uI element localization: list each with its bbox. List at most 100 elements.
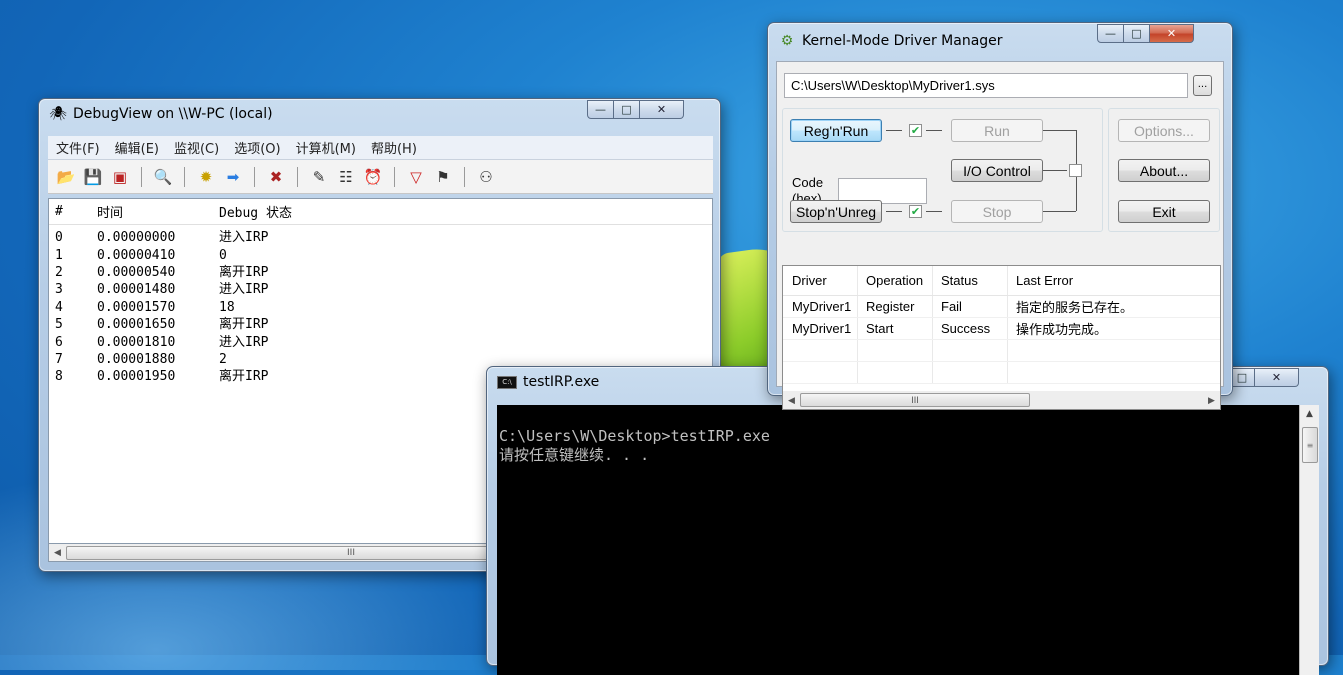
table-horizontal-scrollbar[interactable]: ◀ III ▶ xyxy=(783,391,1220,409)
save-icon[interactable]: 💾 xyxy=(83,167,103,187)
connector-line xyxy=(1043,211,1076,212)
column-last-error[interactable]: Last Error xyxy=(1008,266,1073,295)
driver-path-input[interactable]: C:\Users\W\Desktop\MyDriver1.sys xyxy=(784,73,1188,98)
debug-row[interactable]: 3 0.00001480 进入IRP xyxy=(49,281,712,298)
debug-row[interactable]: 0 0.00000000 进入IRP xyxy=(49,229,712,246)
reg-n-run-button[interactable]: Reg'n'Run xyxy=(790,119,882,142)
find-icon[interactable]: 🔍 xyxy=(153,167,173,187)
row-index: 2 xyxy=(55,264,63,280)
column-index[interactable]: # xyxy=(49,204,93,219)
debugview-menubar: 文件(F) 编辑(E) 监视(C) 选项(O) 计算机(M) 帮助(H) xyxy=(48,136,713,160)
debug-row[interactable]: 1 0.00000410 0 xyxy=(49,246,712,263)
about-button[interactable]: About... xyxy=(1118,159,1210,182)
minimize-button[interactable]: — xyxy=(587,100,614,119)
stop-n-unreg-button[interactable]: Stop'n'Unreg xyxy=(790,200,882,223)
column-status[interactable]: Status xyxy=(933,266,1008,295)
console-title: testIRP.exe xyxy=(523,374,600,390)
save-close-icon[interactable]: ▣ xyxy=(110,167,130,187)
debug-row[interactable]: 5 0.00001650 离开IRP xyxy=(49,316,712,333)
minimize-button[interactable]: — xyxy=(1097,24,1124,43)
menu-file[interactable]: 文件(F) xyxy=(56,138,100,157)
row-index: 8 xyxy=(55,369,63,385)
connector-line xyxy=(926,130,942,131)
debug-row[interactable]: 4 0.00001570 18 xyxy=(49,299,712,316)
row-time: 0.00001810 xyxy=(97,334,176,350)
capture-icon[interactable]: ✹ xyxy=(196,167,216,187)
time-format-icon[interactable]: ✎ xyxy=(309,167,329,187)
console-output[interactable]: C:\Users\W\Desktop>testIRP.exe 请按任意键继续. … xyxy=(497,405,1299,675)
debug-row[interactable]: 6 0.00001810 进入IRP xyxy=(49,333,712,350)
scroll-left-icon[interactable]: ◀ xyxy=(49,548,66,558)
row-index: 6 xyxy=(55,334,63,350)
console-caption-buttons: □ ✕ xyxy=(1229,368,1299,387)
options-button[interactable]: Options... xyxy=(1118,119,1210,142)
table-row[interactable]: MyDriver1 Start Success 操作成功完成。 xyxy=(783,318,1220,340)
open-folder-icon[interactable]: 📂 xyxy=(56,167,76,187)
kdm-titlebar[interactable]: ⚙ Kernel-Mode Driver Manager xyxy=(778,26,1003,56)
debug-row[interactable]: 2 0.00000540 离开IRP xyxy=(49,264,712,281)
close-button[interactable]: ✕ xyxy=(640,100,684,119)
kdm-caption-buttons: — □ ✕ xyxy=(1097,24,1194,43)
column-icon[interactable]: ☷ xyxy=(336,167,356,187)
menu-help[interactable]: 帮助(H) xyxy=(371,138,417,157)
cell-driver: MyDriver1 xyxy=(783,296,858,317)
console-window[interactable]: C:\ testIRP.exe □ ✕ C:\Users\W\Desktop>t… xyxy=(486,366,1329,675)
console-titlebar[interactable]: C:\ testIRP.exe xyxy=(497,367,599,397)
cell-driver: MyDriver1 xyxy=(783,318,858,339)
cell-last-error: 操作成功完成。 xyxy=(1016,322,1108,337)
io-control-checkbox[interactable] xyxy=(1069,164,1082,177)
menu-edit[interactable]: 编辑(E) xyxy=(115,138,159,157)
menu-capture[interactable]: 监视(C) xyxy=(174,138,219,157)
column-driver[interactable]: Driver xyxy=(783,266,858,295)
row-index: 5 xyxy=(55,317,63,333)
row-time: 0.00001570 xyxy=(97,299,176,315)
driver-status-table[interactable]: Driver Operation Status Last Error MyDri… xyxy=(782,265,1221,410)
scroll-right-icon[interactable]: ▶ xyxy=(1203,395,1220,406)
column-time[interactable]: 时间 xyxy=(93,202,215,221)
stopunreg-checkbox[interactable]: ✔ xyxy=(909,205,922,218)
close-button[interactable]: ✕ xyxy=(1255,368,1299,387)
filter-icon[interactable]: ▽ xyxy=(406,167,426,187)
highlight-icon[interactable]: ⚑ xyxy=(433,167,453,187)
table-row[interactable]: MyDriver1 Register Fail 指定的服务已存在。 xyxy=(783,296,1220,318)
scrollbar-thumb[interactable]: ≡ xyxy=(1302,427,1318,463)
maximize-button[interactable]: □ xyxy=(1124,24,1150,43)
toolbar-separator xyxy=(464,166,465,187)
console-vertical-scrollbar[interactable]: ▲ ≡ xyxy=(1299,405,1319,675)
regrun-checkbox[interactable]: ✔ xyxy=(909,124,922,137)
run-button[interactable]: Run xyxy=(951,119,1043,142)
exit-button[interactable]: Exit xyxy=(1118,200,1210,223)
browse-button[interactable]: ... xyxy=(1193,75,1212,96)
scroll-left-icon[interactable]: ◀ xyxy=(783,395,800,406)
autoscroll-arrow-icon[interactable]: ➡ xyxy=(223,167,243,187)
debugview-title: DebugView on \\W-PC (local) xyxy=(73,106,273,122)
debugview-titlebar[interactable]: 🕷 DebugView on \\W-PC (local) xyxy=(49,99,273,129)
scroll-up-icon[interactable]: ▲ xyxy=(1300,405,1319,423)
row-index: 1 xyxy=(55,247,63,263)
io-control-button[interactable]: I/O Control xyxy=(951,159,1043,182)
debug-list-header: # 时间 Debug 状态 xyxy=(49,199,712,225)
row-message: 18 xyxy=(219,299,235,315)
column-debug-status[interactable]: Debug 状态 xyxy=(215,202,292,221)
stop-button[interactable]: Stop xyxy=(951,200,1043,223)
binoculars-icon[interactable]: ⚇ xyxy=(476,167,496,187)
connector-line xyxy=(926,211,942,212)
maximize-button[interactable]: □ xyxy=(614,100,640,119)
toolbar-separator xyxy=(297,166,298,187)
row-time: 0.00000540 xyxy=(97,264,176,280)
menu-options[interactable]: 选项(O) xyxy=(234,138,280,157)
kdm-window[interactable]: ⚙ Kernel-Mode Driver Manager — □ ✕ C:\Us… xyxy=(767,22,1233,410)
connector-line xyxy=(886,211,902,212)
clock-icon[interactable]: ⏰ xyxy=(363,167,383,187)
toolbar-separator xyxy=(254,166,255,187)
row-time: 0.00000410 xyxy=(97,247,176,263)
close-button[interactable]: ✕ xyxy=(1150,24,1194,43)
column-operation[interactable]: Operation xyxy=(858,266,933,295)
row-message: 0 xyxy=(219,247,227,263)
table-row-empty xyxy=(783,340,1220,362)
scrollbar-thumb[interactable]: III xyxy=(800,393,1030,407)
clear-display-icon[interactable]: ✖ xyxy=(266,167,286,187)
cell-status: Success xyxy=(933,318,1008,339)
cell-last-error: 指定的服务已存在。 xyxy=(1016,300,1134,315)
menu-computer[interactable]: 计算机(M) xyxy=(296,138,356,157)
